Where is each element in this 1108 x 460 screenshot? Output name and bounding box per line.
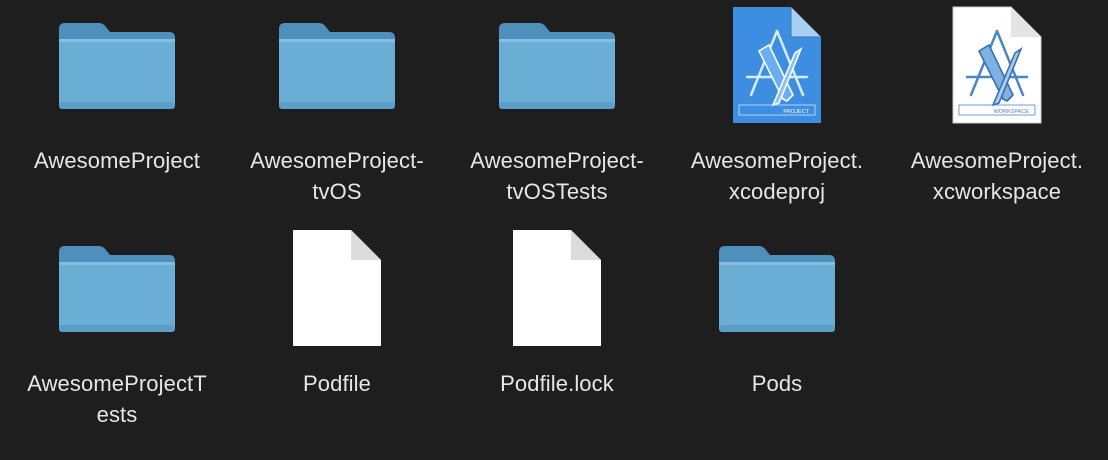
file-label: AwesomeProject. xcworkspace [910,148,1084,204]
file-label: AwesomeProject- tvOS [250,148,424,204]
xcode-workspace-icon: WORKSPACE [892,5,1102,125]
finder-icon-view: AwesomeProject AwesomeProject- tvOS Awes… [0,0,1108,460]
file-label: Podfile [303,371,371,396]
folder-icon [12,228,222,348]
folder-icon [12,5,222,125]
file-badge: PROJECT [783,109,809,115]
file-label: AwesomeProject. xcodeproj [690,148,864,204]
file-label: AwesomeProject [33,148,201,173]
document-icon [452,228,662,348]
folder-icon [672,228,882,348]
file-label: Pods [751,371,803,396]
file-label: Podfile.lock [500,371,614,396]
file-badge: WORKSPACE [994,109,1030,115]
folder-icon [232,5,442,125]
document-icon [232,228,442,348]
folder-icon [452,5,662,125]
file-label: AwesomeProject- tvOSTests [470,148,644,204]
xcode-project-icon: PROJECT [672,5,882,125]
file-label: AwesomeProjectT ests [27,371,207,427]
